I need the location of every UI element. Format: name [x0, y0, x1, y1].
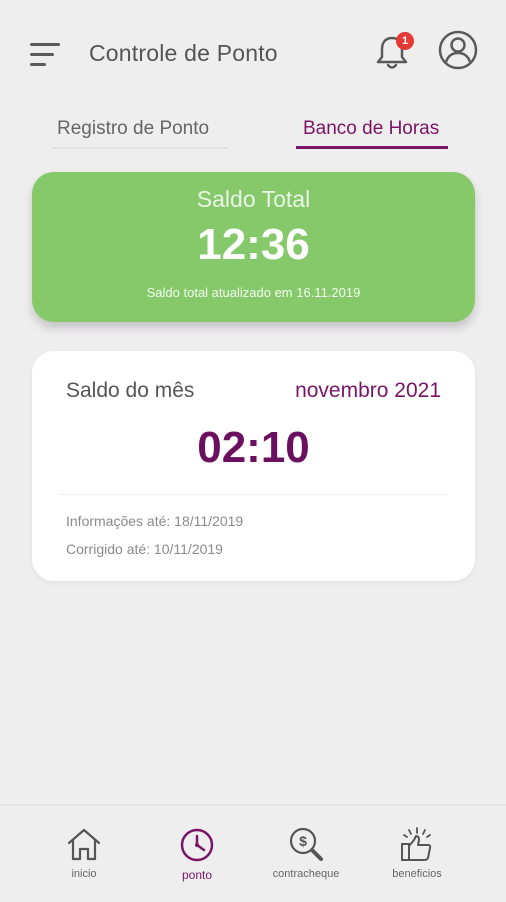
info-ate: Informações até: 18/11/2019: [66, 513, 244, 529]
period-selector[interactable]: novembro 2021: [295, 379, 441, 403]
nav-label: ponto: [181, 868, 213, 882]
bottom-nav: inicio ponto $ contracheque beneficios: [0, 804, 506, 902]
nav-label: contracheque: [272, 868, 340, 880]
saldo-total-card: Saldo Total 12:36 Saldo total atualizado…: [32, 172, 475, 322]
app-header: Controle de Ponto 1: [0, 0, 506, 100]
clock-icon: [180, 828, 214, 862]
profile-icon[interactable]: [438, 30, 478, 70]
nav-item-ponto[interactable]: ponto: [147, 826, 247, 882]
corrigido-ate: Corrigido até: 10/11/2019: [66, 541, 223, 557]
saldo-mes-card: Saldo do mês novembro 2021 02:10 Informa…: [32, 351, 475, 581]
nav-item-inicio[interactable]: inicio: [34, 826, 134, 880]
tab-underline: [52, 147, 228, 149]
menu-icon[interactable]: [30, 43, 62, 69]
saldo-mes-label: Saldo do mês: [66, 379, 195, 402]
saldo-total-updated: Saldo total atualizado em 16.11.2019: [146, 285, 361, 300]
divider: [60, 494, 447, 495]
nav-label: beneficios: [392, 868, 442, 880]
nav-item-beneficios[interactable]: beneficios: [367, 826, 467, 880]
saldo-total-label: Saldo Total: [196, 186, 311, 212]
thumbs-up-icon: [401, 827, 432, 861]
active-tab-indicator: [296, 146, 448, 149]
notification-badge: 1: [396, 32, 414, 50]
saldo-mes-value: 02:10: [197, 423, 310, 472]
tab-registro-de-ponto[interactable]: Registro de Ponto: [57, 118, 209, 140]
svg-text:$: $: [299, 833, 307, 849]
nav-label: inicio: [71, 868, 97, 880]
money-search-icon: $: [289, 827, 323, 861]
home-icon: [67, 828, 101, 861]
tab-banco-de-horas[interactable]: Banco de Horas: [303, 118, 439, 140]
saldo-total-value: 12:36: [197, 220, 310, 269]
page-title: Controle de Ponto: [89, 40, 278, 66]
nav-item-contracheque[interactable]: $ contracheque: [256, 826, 356, 880]
